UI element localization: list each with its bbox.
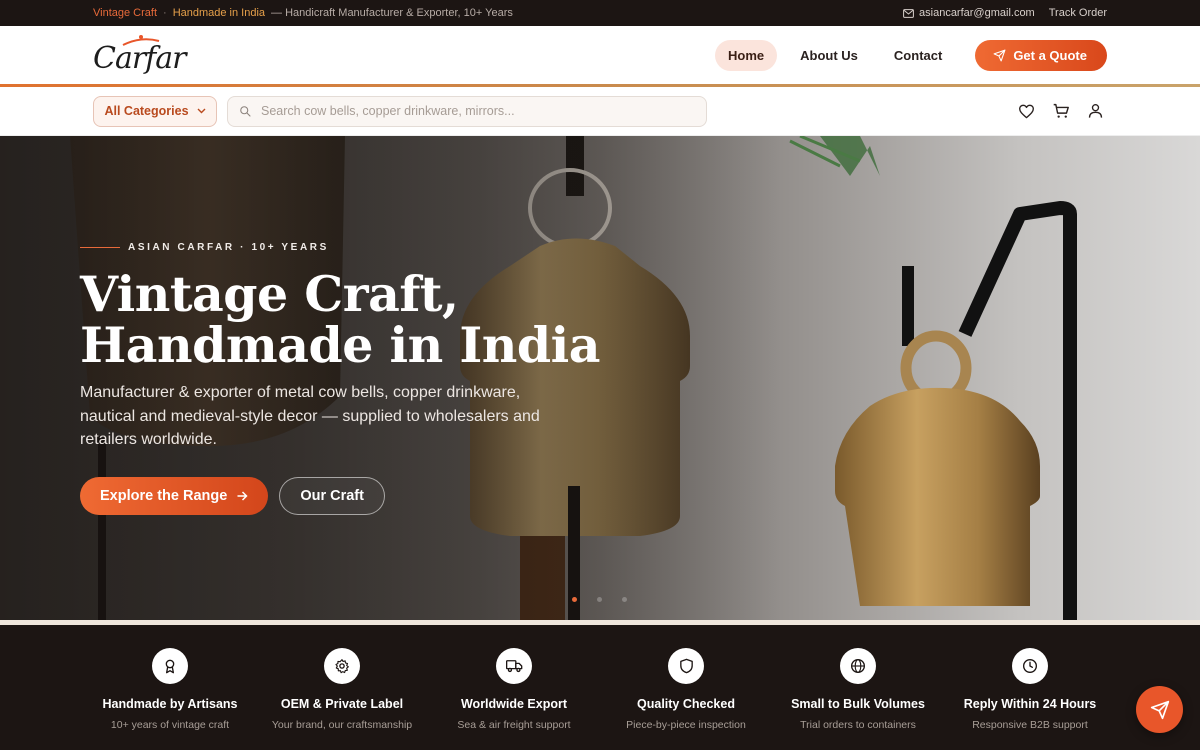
globe-icon — [840, 648, 876, 684]
feature-title: Small to Bulk Volumes — [791, 697, 925, 711]
hero-title-line-2: Handmade in India — [80, 316, 601, 374]
feature-subtitle: Trial orders to containers — [800, 719, 916, 731]
arrow-right-icon — [237, 490, 248, 501]
search-icon — [240, 106, 251, 117]
feature-subtitle: Piece-by-piece inspection — [626, 719, 746, 731]
feature-title: Worldwide Export — [460, 697, 568, 711]
carousel-dot-1[interactable] — [572, 597, 577, 602]
feature-title: Handmade by Artisans — [102, 697, 238, 711]
nav-about-us[interactable]: About Us — [787, 40, 871, 71]
feature-title: OEM & Private Label — [280, 697, 404, 711]
send-icon — [993, 49, 1006, 61]
email-link[interactable]: asiancarfar@gmail.com — [903, 7, 1035, 19]
hero-content: ASIAN CARFAR · 10+ YEARS Vintage Craft, … — [80, 242, 601, 515]
feature-item: Reply Within 24 Hours Responsive B2B sup… — [944, 625, 1116, 750]
feature-subtitle: Sea & air freight support — [457, 719, 571, 731]
category-dropdown-label: All Categories — [104, 104, 189, 118]
top-bar: Vintage Craft · Handmade in India — Hand… — [0, 0, 1200, 26]
feature-subtitle: Your brand, our craftsmanship — [271, 719, 413, 731]
search-row: All Categories — [0, 87, 1200, 136]
main-nav: Home About Us Contact Get a Quote — [715, 39, 1107, 71]
features-strip: Handmade by Artisans 10+ years of vintag… — [0, 625, 1200, 750]
track-order-link[interactable]: Track Order — [1049, 7, 1107, 19]
feature-subtitle: Responsive B2B support — [972, 719, 1088, 731]
carousel-dot-2[interactable] — [597, 597, 602, 602]
search-box — [227, 95, 707, 127]
top-bar-links: asiancarfar@gmail.com Track Order — [903, 7, 1107, 19]
heart-icon[interactable] — [1018, 104, 1035, 119]
hero-title-line-1: Vintage Craft, — [80, 265, 459, 323]
feature-item: Quality Checked Piece-by-piece inspectio… — [600, 625, 772, 750]
category-dropdown[interactable]: All Categories — [93, 95, 217, 127]
get-a-quote-button[interactable]: Get a Quote — [975, 39, 1107, 71]
hero-eyebrow: ASIAN CARFAR · 10+ YEARS — [80, 242, 600, 253]
mail-icon — [903, 8, 914, 18]
search-input[interactable] — [261, 104, 681, 118]
feature-item: Worldwide Export Sea & air freight suppo… — [428, 625, 600, 750]
eyebrow-line — [80, 247, 120, 248]
carousel-dots — [572, 597, 627, 602]
top-bar-tagline-accent: Handmade in India — [172, 7, 266, 19]
nav-home[interactable]: Home — [715, 39, 778, 71]
cart-icon[interactable] — [1053, 103, 1070, 119]
feature-item: Handmade by Artisans 10+ years of vintag… — [84, 625, 256, 750]
clock-icon — [1012, 648, 1048, 684]
top-bar-separator: · — [163, 7, 167, 19]
hero-eyebrow-text: ASIAN CARFAR · 10+ YEARS — [128, 242, 329, 253]
nav-contact[interactable]: Contact — [881, 40, 955, 71]
feature-subtitle: 10+ years of vintage craft — [110, 719, 230, 731]
our-craft-button[interactable]: Our Craft — [279, 476, 385, 515]
send-icon — [1150, 700, 1169, 719]
logo[interactable]: Carfar — [93, 32, 187, 78]
floating-send-button[interactable] — [1136, 686, 1183, 733]
hero-buttons: Explore the Range Our Craft — [80, 476, 600, 515]
top-bar-tagline-rest: — Handicraft Manufacturer & Exporter, 10… — [271, 7, 513, 19]
feature-title: Quality Checked — [637, 697, 735, 711]
feature-title: Reply Within 24 Hours — [963, 697, 1097, 711]
explore-the-range-button[interactable]: Explore the Range — [80, 476, 269, 515]
hero-title: Vintage Craft, Handmade in India — [80, 269, 601, 374]
hero-subtitle: Manufacturer & exporter of metal cow bel… — [80, 384, 540, 448]
feature-item: Small to Bulk Volumes Trial orders to co… — [772, 625, 944, 750]
main-header: Carfar Home About Us Contact Get a Quote — [0, 26, 1200, 84]
logo-text: Carfar — [93, 41, 187, 76]
explore-the-range-label: Explore the Range — [100, 487, 228, 504]
get-a-quote-label: Get a Quote — [1013, 47, 1087, 63]
feature-item: OEM & Private Label Your brand, our craf… — [256, 625, 428, 750]
shield-icon — [668, 648, 704, 684]
hero-banner: ASIAN CARFAR · 10+ YEARS Vintage Craft, … — [0, 136, 1200, 620]
top-bar-brand: Vintage Craft — [93, 7, 158, 19]
carousel-dot-3[interactable] — [622, 597, 627, 602]
chevron-down-icon — [197, 108, 206, 114]
logo-swoosh-icon — [122, 35, 160, 46]
user-icon[interactable] — [1088, 103, 1103, 119]
gear-icon — [324, 648, 360, 684]
header-actions — [1018, 103, 1107, 119]
truck-icon — [496, 648, 532, 684]
top-bar-tagline: Vintage Craft · Handmade in India — Hand… — [93, 7, 513, 19]
email-text: asiancarfar@gmail.com — [919, 7, 1035, 19]
award-icon — [152, 648, 188, 684]
